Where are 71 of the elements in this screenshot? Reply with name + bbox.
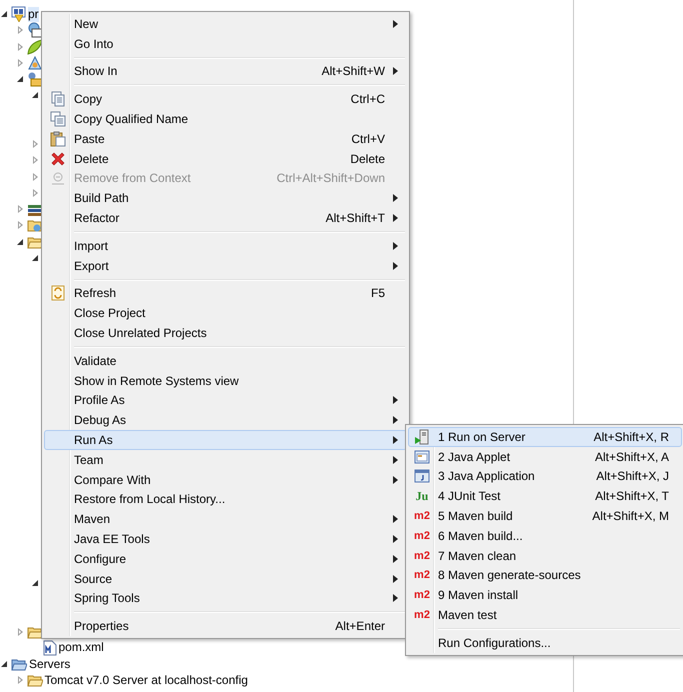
menu-item[interactable]: Restore from Local History...: [44, 490, 407, 510]
expander-icon[interactable]: [0, 9, 10, 20]
badge-icon: m2: [414, 550, 430, 562]
menu-item[interactable]: Compare With: [44, 470, 407, 490]
maven-file-icon: [42, 640, 56, 656]
expander-icon[interactable]: [16, 236, 26, 247]
badge-icon: Ju: [416, 490, 428, 502]
menu-item[interactable]: Configure: [44, 548, 407, 569]
menu-item[interactable]: Paste Ctrl+V: [44, 128, 407, 149]
expander-icon[interactable]: [0, 659, 10, 670]
expander-icon[interactable]: [31, 252, 41, 263]
menu-item[interactable]: Run As: [44, 430, 407, 450]
menu-item[interactable]: Show in Remote Systems view: [44, 370, 407, 391]
menu-item[interactable]: 3 Java Application Alt+Shift+X, J: [408, 466, 682, 486]
menu-item[interactable]: Export: [44, 256, 407, 276]
menu-item[interactable]: New: [44, 14, 407, 34]
refresh-icon: [50, 285, 66, 302]
menu-item[interactable]: m2 6 Maven build...: [408, 526, 682, 546]
menu-item[interactable]: m2 5 Maven build Alt+Shift+X, M: [408, 506, 682, 526]
resources-icon: [26, 71, 42, 88]
menu-item[interactable]: Validate: [44, 350, 407, 371]
menu-item[interactable]: Close Project: [44, 303, 407, 324]
menu-item[interactable]: Java EE Tools: [44, 529, 407, 549]
leaf-icon: [26, 38, 42, 55]
run-server-icon: [414, 428, 430, 445]
menu-item[interactable]: Refactor Alt+Shift+T: [44, 208, 407, 228]
window-icon: [414, 468, 430, 484]
remove-icon: [50, 170, 66, 186]
copy-icon: [50, 91, 66, 108]
delete-icon: [50, 150, 66, 167]
menu-item[interactable]: Ju 4 JUnit Test Alt+Shift+X, T: [408, 486, 682, 506]
menu-item[interactable]: Debug As: [44, 410, 407, 430]
badge-icon: m2: [414, 510, 430, 522]
menu-item[interactable]: 1 Run on Server Alt+Shift+X, R: [408, 427, 682, 447]
tree-item[interactable]: Tomcat v7.0 Server at localhost-config: [44, 672, 249, 688]
menu-item[interactable]: m2 8 Maven generate-sources: [408, 566, 682, 586]
menu-item[interactable]: Delete Delete: [44, 148, 407, 169]
menu-item[interactable]: Spring Tools: [44, 588, 407, 608]
menu-item[interactable]: Refresh F5: [44, 284, 407, 304]
service-icon: [26, 54, 42, 71]
menu-item[interactable]: Run Configurations...: [408, 632, 682, 653]
menu-item[interactable]: Team: [44, 450, 407, 470]
clipboard-icon: [50, 130, 66, 147]
menu-item[interactable]: Go Into: [44, 34, 407, 54]
expander-icon[interactable]: [31, 90, 41, 100]
menu-item[interactable]: Show In Alt+Shift+W: [44, 62, 407, 82]
badge-icon: m2: [414, 530, 430, 542]
expander-icon[interactable]: [31, 578, 41, 588]
menu-item[interactable]: m2 Maven test: [408, 605, 682, 625]
tree-item[interactable]: pr: [28, 6, 39, 22]
expander-icon[interactable]: [16, 74, 26, 84]
menu-item[interactable]: 2 Java Applet Alt+Shift+X, A: [408, 446, 682, 467]
menu-item[interactable]: Maven: [44, 509, 407, 530]
menu-item[interactable]: Copy Ctrl+C: [44, 89, 407, 110]
menu-item[interactable]: Copy Qualified Name: [44, 109, 407, 129]
applet-icon: [414, 448, 430, 465]
project-icon: [11, 6, 27, 22]
menu-item[interactable]: m2 9 Maven install: [408, 585, 682, 606]
menu-item[interactable]: Close Unrelated Projects: [44, 323, 407, 343]
menu-item[interactable]: Profile As: [44, 390, 407, 410]
menu-item[interactable]: Build Path: [44, 188, 407, 208]
menu-item[interactable]: m2 7 Maven clean: [408, 546, 682, 566]
badge-icon: m2: [414, 589, 430, 602]
menu-item[interactable]: Import: [44, 236, 407, 256]
tree-item[interactable]: pom.xml: [58, 640, 105, 656]
copy-icon: [50, 111, 66, 128]
badge-icon: m2: [414, 609, 430, 622]
menu-item[interactable]: Source: [44, 568, 407, 589]
badge-icon: m2: [414, 569, 430, 582]
menu-item[interactable]: Properties Alt+Enter: [44, 616, 407, 636]
tree-item[interactable]: Servers: [28, 656, 72, 672]
